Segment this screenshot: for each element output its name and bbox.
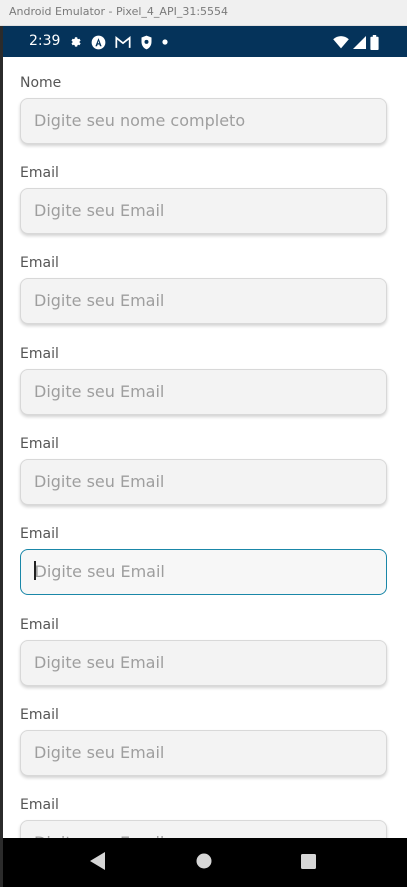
recents-icon[interactable] bbox=[301, 854, 316, 874]
emulator-window-title: Android Emulator - Pixel_4_API_31:5554 bbox=[0, 0, 407, 26]
wifi-icon bbox=[333, 35, 349, 49]
email-label: Email bbox=[20, 797, 59, 813]
home-icon[interactable] bbox=[196, 853, 212, 874]
shield-icon bbox=[140, 35, 153, 50]
email-input-8[interactable]: Digite seu Email bbox=[20, 820, 387, 838]
email-label: Email bbox=[20, 526, 59, 542]
email-placeholder: Digite seu Email bbox=[34, 562, 165, 581]
notification-icons bbox=[69, 34, 168, 50]
email-input-6[interactable]: Digite seu Email bbox=[20, 640, 387, 686]
navigation-bar bbox=[3, 838, 407, 887]
dot-icon bbox=[162, 39, 168, 45]
email-label: Email bbox=[20, 617, 59, 633]
settings-icon bbox=[69, 36, 82, 49]
email-label: Email bbox=[20, 255, 59, 271]
text-cursor bbox=[34, 561, 36, 580]
email-label: Email bbox=[20, 346, 59, 362]
email-input-4[interactable]: Digite seu Email bbox=[20, 459, 387, 505]
battery-icon bbox=[370, 34, 379, 50]
email-input-2[interactable]: Digite seu Email bbox=[20, 278, 387, 324]
email-label: Email bbox=[20, 707, 59, 723]
email-input-1[interactable]: Digite seu Email bbox=[20, 188, 387, 234]
name-input[interactable]: Digite seu nome completo bbox=[20, 98, 387, 144]
name-label: Nome bbox=[20, 75, 62, 91]
status-time: 2:39 bbox=[29, 33, 61, 49]
email-input-3[interactable]: Digite seu Email bbox=[20, 369, 387, 415]
back-icon[interactable] bbox=[89, 851, 107, 876]
email-input-7[interactable]: Digite seu Email bbox=[20, 730, 387, 776]
signal-icon bbox=[353, 35, 366, 49]
device-screen: 2:39 Nome Digite seu nome completo Email… bbox=[3, 26, 407, 887]
form-scroll-area[interactable]: Nome Digite seu nome completo Email Digi… bbox=[3, 57, 407, 838]
autofill-icon bbox=[91, 35, 106, 50]
email-label: Email bbox=[20, 165, 59, 181]
gmail-icon bbox=[115, 35, 131, 49]
email-input-5-focused[interactable]: Digite seu Email bbox=[20, 549, 387, 595]
email-label: Email bbox=[20, 436, 59, 452]
system-status-icons bbox=[333, 34, 379, 50]
status-bar: 2:39 bbox=[3, 26, 407, 57]
